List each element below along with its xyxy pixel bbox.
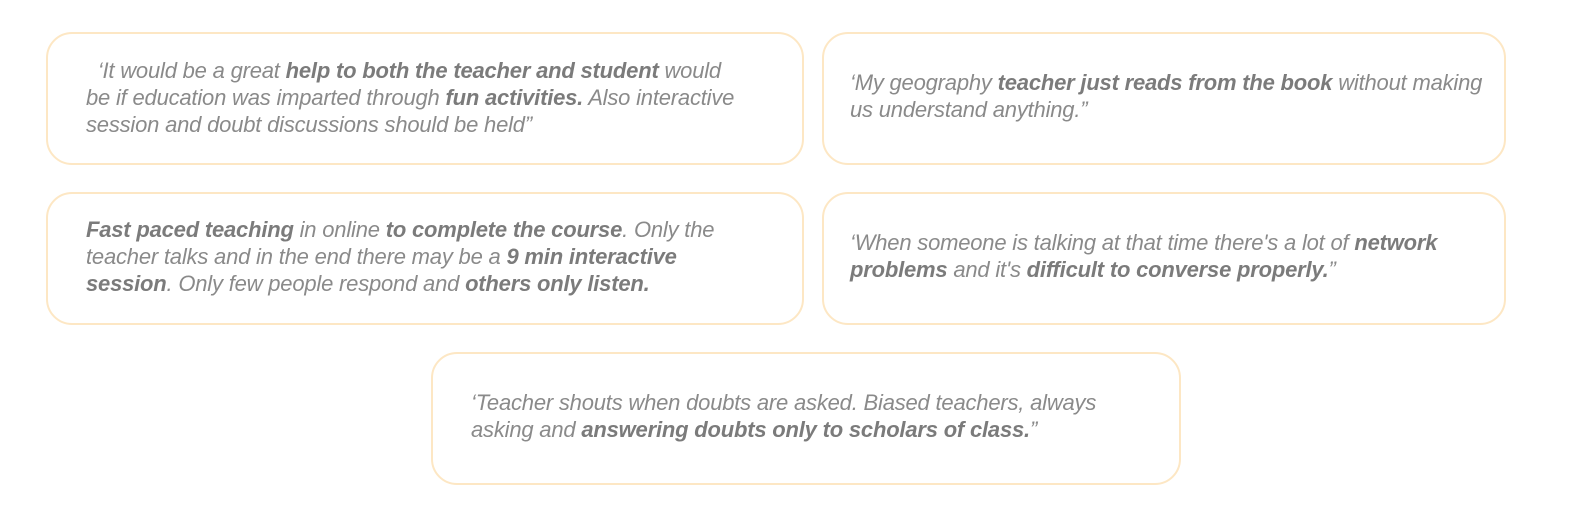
quote-text: ‘When someone is talking at that time th…: [850, 230, 1355, 255]
quote-text: session and doubt discussions should be …: [86, 112, 532, 137]
quote-line: ‘My geography teacher just reads from th…: [850, 69, 1482, 96]
quote-line: be if education was imparted through fun…: [86, 84, 734, 111]
quote-line: ‘When someone is talking at that time th…: [850, 229, 1438, 256]
quote-emphasis: 9 min interactive: [506, 244, 677, 269]
quote-text: us understand anything.”: [850, 97, 1088, 122]
quote-emphasis: Fast paced teaching: [86, 217, 294, 242]
quote-text: . Only the: [622, 217, 715, 242]
quote-emphasis: teacher just reads from the book: [997, 70, 1333, 95]
feedback-card-teacher-shouts: ‘Teacher shouts when doubts are asked. B…: [431, 352, 1181, 485]
quote-line: ‘Teacher shouts when doubts are asked. B…: [471, 389, 1096, 416]
feedback-quote: ‘When someone is talking at that time th…: [850, 229, 1438, 283]
quote-line: problems and it's difficult to converse …: [850, 256, 1437, 283]
quote-text: asking and: [471, 417, 582, 442]
quote-text: be if education was imparted through: [86, 85, 446, 110]
quote-emphasis: others only listen.: [465, 271, 650, 296]
quote-emphasis: fun activities.: [445, 85, 584, 110]
quote-text: in online: [293, 217, 386, 242]
quote-line: session and doubt discussions should be …: [86, 111, 734, 138]
feedback-card-network-problems: ‘When someone is talking at that time th…: [822, 192, 1506, 325]
quote-text: ‘It would be a great: [86, 58, 286, 83]
quote-text: . Only few people respond and: [166, 271, 466, 296]
feedback-quote: ‘It would be a great help to both the te…: [86, 57, 734, 138]
quote-line: ‘It would be a great help to both the te…: [86, 57, 734, 84]
quote-text: and it's: [947, 257, 1027, 282]
quote-text: ‘Teacher shouts when doubts are asked. B…: [471, 390, 1097, 415]
feedback-quote: ‘My geography teacher just reads from th…: [850, 69, 1482, 123]
quote-text: would: [658, 58, 721, 83]
quote-line: asking and answering doubts only to scho…: [471, 416, 1096, 443]
feedback-card-fast-paced-teaching: Fast paced teaching in online to complet…: [46, 192, 804, 325]
quote-emphasis: network: [1354, 230, 1438, 255]
quote-emphasis: problems: [850, 257, 948, 282]
quote-text: ”: [1029, 417, 1038, 442]
feedback-card-help-teacher-student: ‘It would be a great help to both the te…: [46, 32, 804, 165]
quote-text: Also interactive: [583, 85, 735, 110]
quote-text: ”: [1328, 257, 1336, 282]
quote-emphasis: session: [86, 271, 167, 296]
quote-emphasis: help to both the teacher and student: [285, 58, 659, 83]
quote-line: teacher talks and in the end there may b…: [86, 243, 714, 270]
quote-line: us understand anything.”: [850, 96, 1482, 123]
quote-text: teacher talks and in the end there may b…: [86, 244, 507, 269]
quote-emphasis: answering doubts only to scholars of cla…: [581, 417, 1030, 442]
feedback-card-geography-teacher: ‘My geography teacher just reads from th…: [822, 32, 1506, 165]
quote-emphasis: difficult to converse properly.: [1026, 257, 1329, 282]
feedback-quote: ‘Teacher shouts when doubts are asked. B…: [471, 389, 1096, 443]
quote-text: ‘My geography: [850, 70, 998, 95]
quote-emphasis: to complete the course: [385, 217, 623, 242]
quote-line: Fast paced teaching in online to complet…: [86, 216, 714, 243]
quote-line: session. Only few people respond and oth…: [86, 270, 714, 297]
feedback-quote: Fast paced teaching in online to complet…: [86, 216, 714, 297]
quote-text: without making: [1332, 70, 1483, 95]
